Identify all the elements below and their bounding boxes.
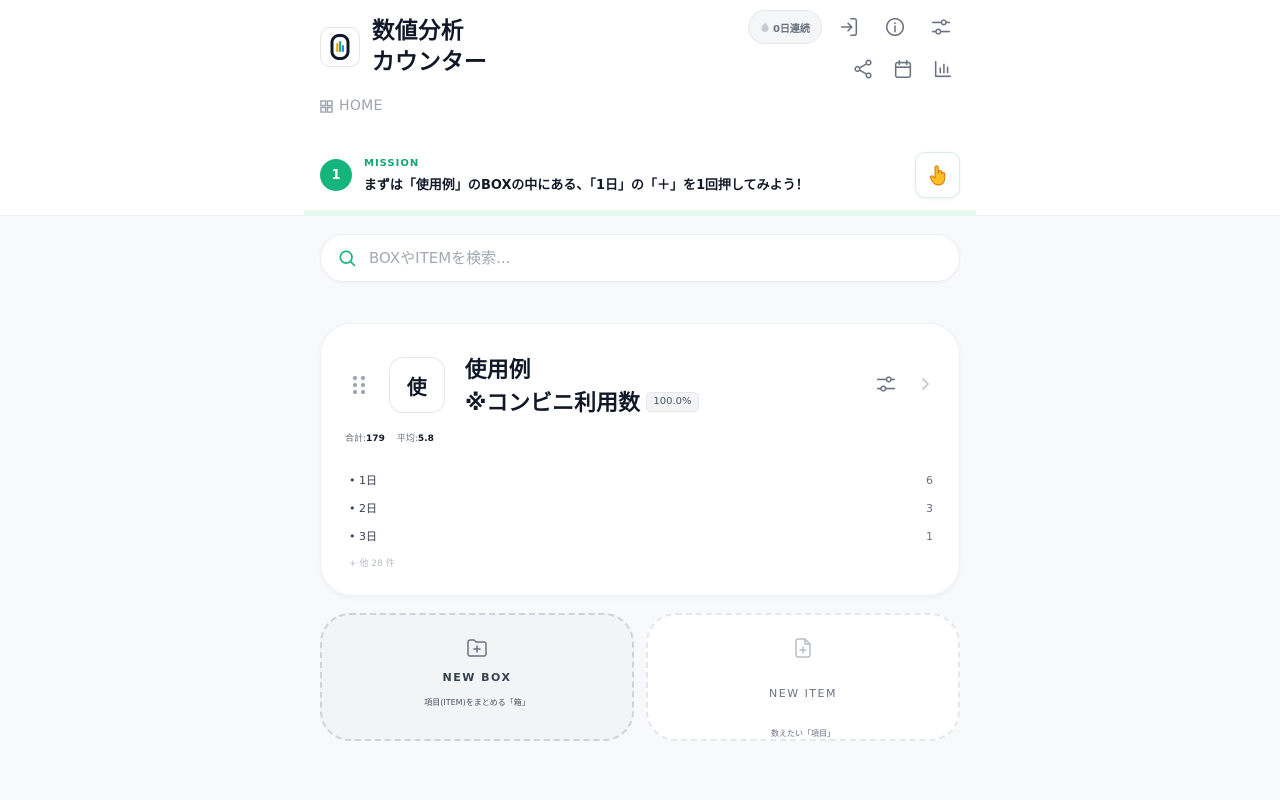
mission-text: まずは「使用例」のBOXの中にある、「1日」の「＋」を1回押してみよう！ — [364, 178, 809, 193]
new-box-label: NEW BOX — [442, 671, 512, 684]
new-box-button[interactable]: NEW BOX 項目(ITEM)をまとめる「箱」 — [320, 613, 634, 741]
total-label: 合計: — [345, 434, 367, 444]
search-bar[interactable] — [320, 234, 960, 282]
item-label: • 2日 — [349, 502, 377, 515]
box-stats: 合計:179 平均:5.8 — [345, 431, 434, 444]
calendar-button[interactable] — [890, 56, 916, 82]
item-count: 3 — [926, 501, 933, 515]
info-icon — [885, 17, 905, 37]
folder-plus-icon — [467, 639, 487, 657]
average-value: 5.8 — [417, 434, 434, 444]
box-title-line1: 使用例 — [465, 358, 532, 383]
average-label: 平均: — [396, 434, 418, 444]
chevron-right-icon — [922, 378, 929, 390]
total-stat: 合計:179 — [345, 431, 385, 444]
search-input[interactable] — [369, 243, 929, 273]
new-item-button[interactable]: NEW ITEM 数えたい「項目」 — [646, 613, 960, 741]
streak-badge[interactable]: 0日連続 — [748, 10, 822, 44]
app-title-line1: 数値分析 — [372, 18, 464, 44]
mission-hint-button[interactable] — [915, 152, 960, 198]
login-icon — [840, 17, 858, 37]
search-icon — [339, 250, 356, 267]
box-title[interactable]: 使用例 ※コンビニ利用数 100.0% — [465, 354, 845, 420]
mission-label: MISSION — [364, 158, 420, 169]
share-button[interactable] — [850, 56, 876, 82]
file-plus-icon — [795, 638, 811, 658]
item-label: • 1日 — [349, 474, 377, 487]
app-title: 数値分析 カウンター — [372, 16, 572, 78]
drag-handle-icon[interactable] — [351, 376, 367, 394]
more-items-text: + 他 28 件 — [349, 559, 395, 569]
breadcrumb-home[interactable]: HOME — [320, 96, 383, 116]
streak-label: 0日連続 — [773, 23, 810, 35]
app-title-line2: カウンター — [372, 49, 487, 75]
list-item[interactable]: • 3日 1 — [349, 522, 937, 550]
flame-icon — [761, 22, 769, 32]
box-title-line2-row: ※コンビニ利用数 100.0% — [465, 387, 845, 420]
login-button[interactable] — [836, 14, 862, 40]
box-title-line2: ※コンビニ利用数 — [465, 391, 641, 416]
item-label: • 3日 — [349, 530, 377, 543]
mission-number-badge: 1 — [320, 159, 352, 191]
average-stat: 平均:5.8 — [397, 431, 434, 444]
home-label: HOME — [339, 98, 383, 114]
calendar-icon — [894, 59, 912, 79]
item-count: 1 — [926, 529, 933, 543]
main-column: 数値分析 カウンター 0日連続 HOME 1 MISSION まずは「使用例」の… — [304, 0, 976, 800]
share-icon — [854, 59, 872, 79]
box-avatar: 使 — [389, 357, 445, 413]
box-card[interactable]: 使 使用例 ※コンビニ利用数 100.0% 合計:179 平均:5.8 • 1日 … — [320, 323, 960, 596]
new-item-label: NEW ITEM — [769, 686, 837, 700]
box-open-button[interactable] — [915, 374, 935, 394]
pointing-hand-icon — [929, 165, 945, 186]
counter-logo-icon — [330, 34, 350, 60]
app-logo[interactable] — [320, 27, 360, 67]
settings-sliders-icon — [876, 376, 896, 392]
settings-button[interactable] — [928, 14, 954, 40]
item-count: 6 — [926, 473, 933, 487]
box-item-list: • 1日 6 • 2日 3 • 3日 1 — [349, 466, 937, 550]
grid-icon — [320, 99, 333, 113]
mission-progress-bar — [304, 210, 976, 216]
settings-sliders-icon — [931, 19, 951, 35]
list-item[interactable]: • 1日 6 — [349, 466, 937, 494]
box-settings-button[interactable] — [873, 371, 899, 397]
list-item[interactable]: • 2日 3 — [349, 494, 937, 522]
new-item-description: 数えたい「項目」 — [771, 729, 835, 738]
stats-button[interactable] — [930, 56, 956, 82]
total-value: 179 — [366, 434, 385, 444]
box-percent-badge: 100.0% — [646, 392, 699, 412]
new-box-description: 項目(ITEM)をまとめる「箱」 — [424, 698, 530, 707]
bar-chart-icon — [934, 60, 952, 78]
info-button[interactable] — [882, 14, 908, 40]
